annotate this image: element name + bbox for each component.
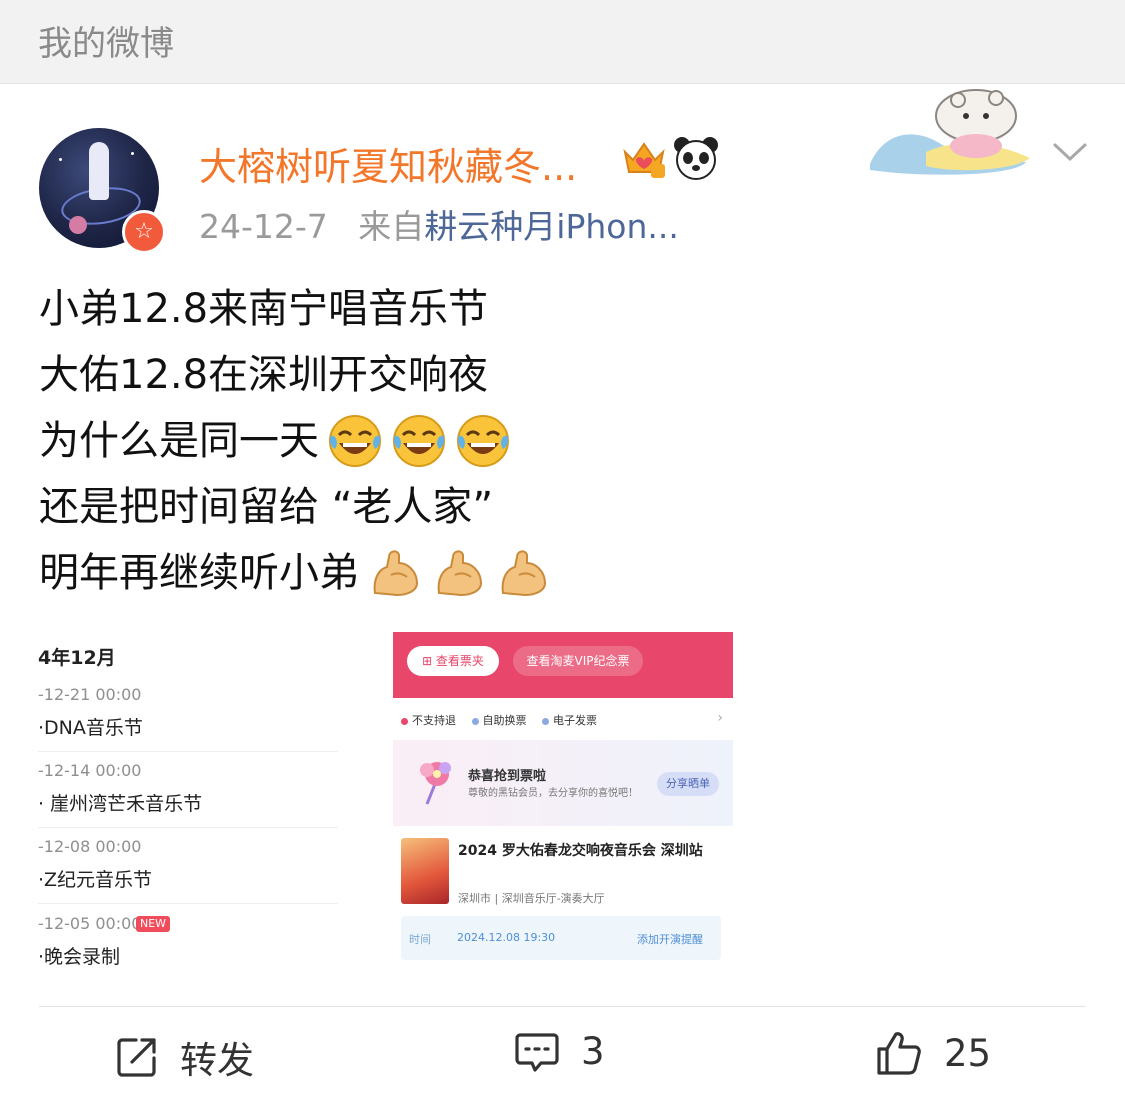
success-subtitle: 尊敬的黑钻会员，去分享你的喜悦吧！	[468, 788, 638, 799]
ticket-success-banner: 恭喜抢到票啦 尊敬的黑钻会员，去分享你的喜悦吧！ 分享晒单	[393, 740, 733, 826]
event-date: -12-05 00:00	[38, 914, 142, 933]
avatar-planet	[69, 216, 87, 234]
post-date: 24-12-7	[199, 207, 328, 246]
comment-icon	[515, 1032, 559, 1072]
laughing-crying-emoji-icon	[457, 415, 509, 467]
time-value: 2024.12.08 19:30	[457, 931, 556, 944]
comment-button[interactable]: 3	[515, 1030, 605, 1073]
event-date: -12-08 00:00	[38, 837, 142, 856]
tag-item: 自助换票	[471, 714, 527, 727]
like-count: 25	[944, 1031, 992, 1075]
repost-button[interactable]: 转发	[116, 1030, 254, 1084]
attached-image-ticket[interactable]: ⊞ 查看票夹 查看淘麦VIP纪念票 不支持退 自助换票 电子发票 › 恭喜抢到票…	[393, 632, 733, 964]
avatar-star	[131, 152, 134, 155]
laughing-crying-emoji-icon	[393, 415, 445, 467]
post-line: 大佑12.8在深圳开交响夜	[39, 352, 489, 398]
hamster-decoration-icon	[870, 89, 1030, 175]
event-divider	[38, 751, 338, 752]
panda-icon	[674, 137, 718, 180]
post-line: 还是把时间留给 “老人家”	[39, 484, 494, 530]
tag-item: 不支持退	[401, 714, 456, 727]
flexed-biceps-emoji-icon	[373, 550, 419, 597]
post-line: 小弟12.8来南宁唱音乐节	[39, 286, 489, 332]
post-body: 小弟12.8来南宁唱音乐节 大佑12.8在深圳开交响夜 为什么是同一天 还是把时…	[39, 276, 551, 606]
add-reminder-link: 添加开演提醒	[637, 933, 703, 946]
concert-title: 2024 罗大佑春龙交响夜音乐会 深圳站	[458, 843, 703, 859]
event-name: ·DNA音乐节	[38, 717, 143, 739]
flexed-biceps-emoji-icon	[437, 550, 483, 597]
time-label: 时间	[409, 933, 431, 946]
ticket-tags: 不支持退 自助换票 电子发票	[401, 712, 609, 728]
crown-icon	[623, 142, 665, 178]
post-meta: 24-12-7 来自耕云种月iPhon...	[199, 200, 679, 248]
post-line: 为什么是同一天	[39, 408, 551, 474]
attached-image-schedule[interactable]: 4年12月 -12-21 00:00 ·DNA音乐节 -12-14 00:00 …	[38, 633, 358, 968]
thumbs-up-icon	[877, 1032, 921, 1075]
flower-bouquet-icon	[420, 762, 451, 805]
tag-item: 电子发票	[542, 714, 597, 727]
verified-badge-icon: ☆	[122, 210, 166, 254]
page-title: 我的微博	[38, 24, 174, 64]
success-title: 恭喜抢到票啦	[468, 769, 547, 784]
event-divider	[38, 903, 338, 904]
event-date: -12-21 00:00	[38, 685, 142, 704]
share-icon	[117, 1038, 156, 1077]
event-name: ·晚会录制	[38, 946, 121, 968]
avatar-figure	[89, 142, 109, 200]
flexed-biceps-emoji-icon	[501, 550, 547, 597]
schedule-month: 4年12月	[38, 647, 116, 669]
concert-venue: 深圳市 | 深圳音乐厅-演奏大厅	[458, 892, 605, 905]
top-bar: 我的微博	[0, 0, 1125, 84]
source-prefix: 来自	[358, 207, 425, 246]
event-divider	[38, 827, 338, 828]
actions-divider	[39, 1006, 1086, 1007]
view-ticket-wallet-button: ⊞ 查看票夹	[407, 646, 499, 676]
concert-poster	[401, 838, 449, 904]
chevron-right-icon: ›	[717, 710, 723, 726]
post-line: 明年再继续听小弟	[39, 540, 551, 606]
comment-count: 3	[581, 1030, 605, 1073]
laughing-crying-emoji-icon	[329, 415, 381, 467]
author-name[interactable]: 大榕树听夏知秋藏冬...	[199, 136, 577, 191]
view-vip-ticket-button: 查看淘麦VIP纪念票	[513, 646, 643, 676]
avatar-star	[59, 158, 62, 161]
share-order-button: 分享晒单	[657, 772, 719, 796]
chevron-down-icon[interactable]	[1052, 140, 1088, 164]
event-name: · 崖州湾芒禾音乐节	[38, 793, 203, 815]
repost-label: 转发	[180, 1039, 254, 1082]
event-name: ·Z纪元音乐节	[38, 869, 153, 891]
event-date: -12-14 00:00	[38, 761, 142, 780]
concert-time-bar: 时间 2024.12.08 19:30 添加开演提醒	[401, 916, 721, 960]
new-badge: NEW	[136, 916, 171, 932]
like-button[interactable]: 25	[876, 1030, 991, 1076]
source-link[interactable]: 耕云种月iPhon...	[424, 207, 679, 246]
